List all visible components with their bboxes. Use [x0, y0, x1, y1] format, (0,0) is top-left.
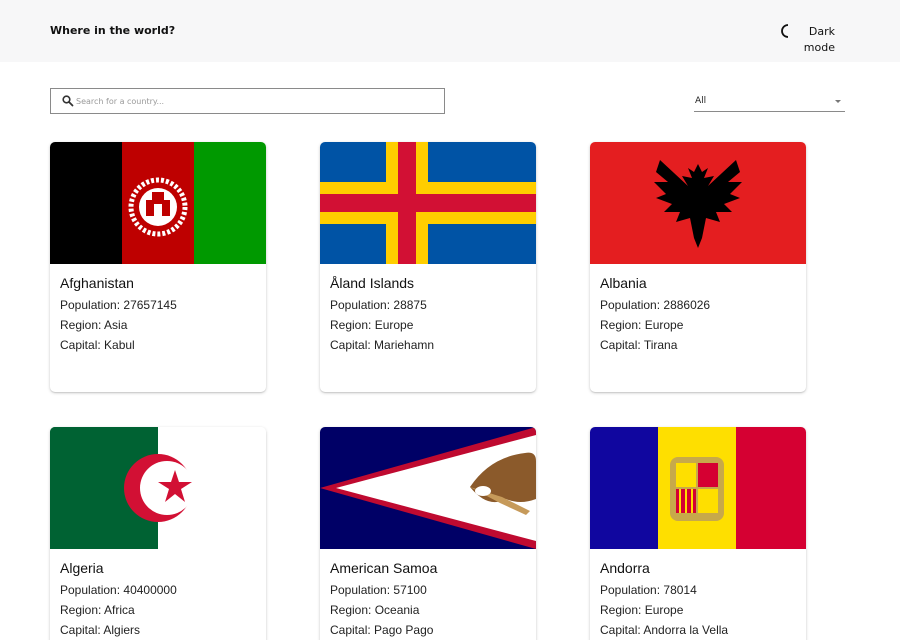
mode-label-line2: mode	[803, 41, 835, 54]
country-capital: Capital: Mariehamn	[330, 338, 435, 352]
country-card-algeria[interactable]: Algeria Population: 40400000 Region: Afr…	[50, 427, 266, 640]
country-region: Region: Asia	[60, 318, 128, 332]
country-region: Region: Europe	[600, 318, 684, 332]
app-header: Where in the world? Dark mode	[0, 0, 900, 62]
country-name: American Samoa	[330, 560, 438, 576]
country-name: Andorra	[600, 560, 650, 576]
albania-flag	[590, 142, 806, 264]
search-box[interactable]	[50, 88, 445, 114]
chevron-down-icon	[835, 100, 841, 103]
country-capital: Capital: Tirana	[600, 338, 678, 352]
country-card-andorra[interactable]: Andorra Population: 78014 Region: Europe…	[590, 427, 806, 640]
country-region: Region: Africa	[60, 603, 135, 617]
country-population: Population: 27657145	[60, 298, 177, 312]
mode-label: Dark mode	[795, 24, 835, 56]
search-input[interactable]	[76, 92, 436, 110]
country-capital: Capital: Algiers	[60, 623, 141, 637]
andorra-flag	[590, 427, 806, 549]
afghanistan-flag	[50, 142, 266, 264]
app-title: Where in the world?	[50, 24, 176, 37]
country-capital: Capital: Andorra la Vella	[600, 623, 729, 637]
search-icon	[62, 95, 74, 107]
country-population: Population: 57100	[330, 583, 427, 597]
country-region: Region: Oceania	[330, 603, 420, 617]
country-name: Albania	[600, 275, 647, 291]
country-card-albania[interactable]: Albania Population: 2886026 Region: Euro…	[590, 142, 806, 392]
mode-label-line1: Dark	[808, 25, 835, 38]
country-name: Algeria	[60, 560, 104, 576]
country-name: Afghanistan	[60, 275, 134, 291]
country-card-aland-islands[interactable]: Åland Islands Population: 28875 Region: …	[320, 142, 536, 392]
aland-flag	[320, 142, 536, 264]
country-population: Population: 78014	[600, 583, 697, 597]
region-filter-select[interactable]: All	[694, 92, 845, 112]
country-population: Population: 40400000	[60, 583, 177, 597]
country-card-afghanistan[interactable]: Afghanistan Population: 27657145 Region:…	[50, 142, 266, 392]
moon-icon	[781, 24, 789, 38]
country-region: Region: Europe	[600, 603, 684, 617]
country-card-american-samoa[interactable]: American Samoa Population: 57100 Region:…	[320, 427, 536, 640]
region-filter-value: All	[695, 96, 707, 106]
algeria-flag	[50, 427, 266, 549]
country-name: Åland Islands	[330, 275, 415, 291]
country-region: Region: Europe	[330, 318, 414, 332]
american-samoa-flag	[320, 427, 536, 549]
dark-mode-toggle[interactable]: Dark mode	[780, 24, 840, 58]
country-capital: Capital: Pago Pago	[330, 623, 434, 637]
country-population: Population: 2886026	[600, 298, 711, 312]
country-population: Population: 28875	[330, 298, 427, 312]
country-capital: Capital: Kabul	[60, 338, 135, 352]
